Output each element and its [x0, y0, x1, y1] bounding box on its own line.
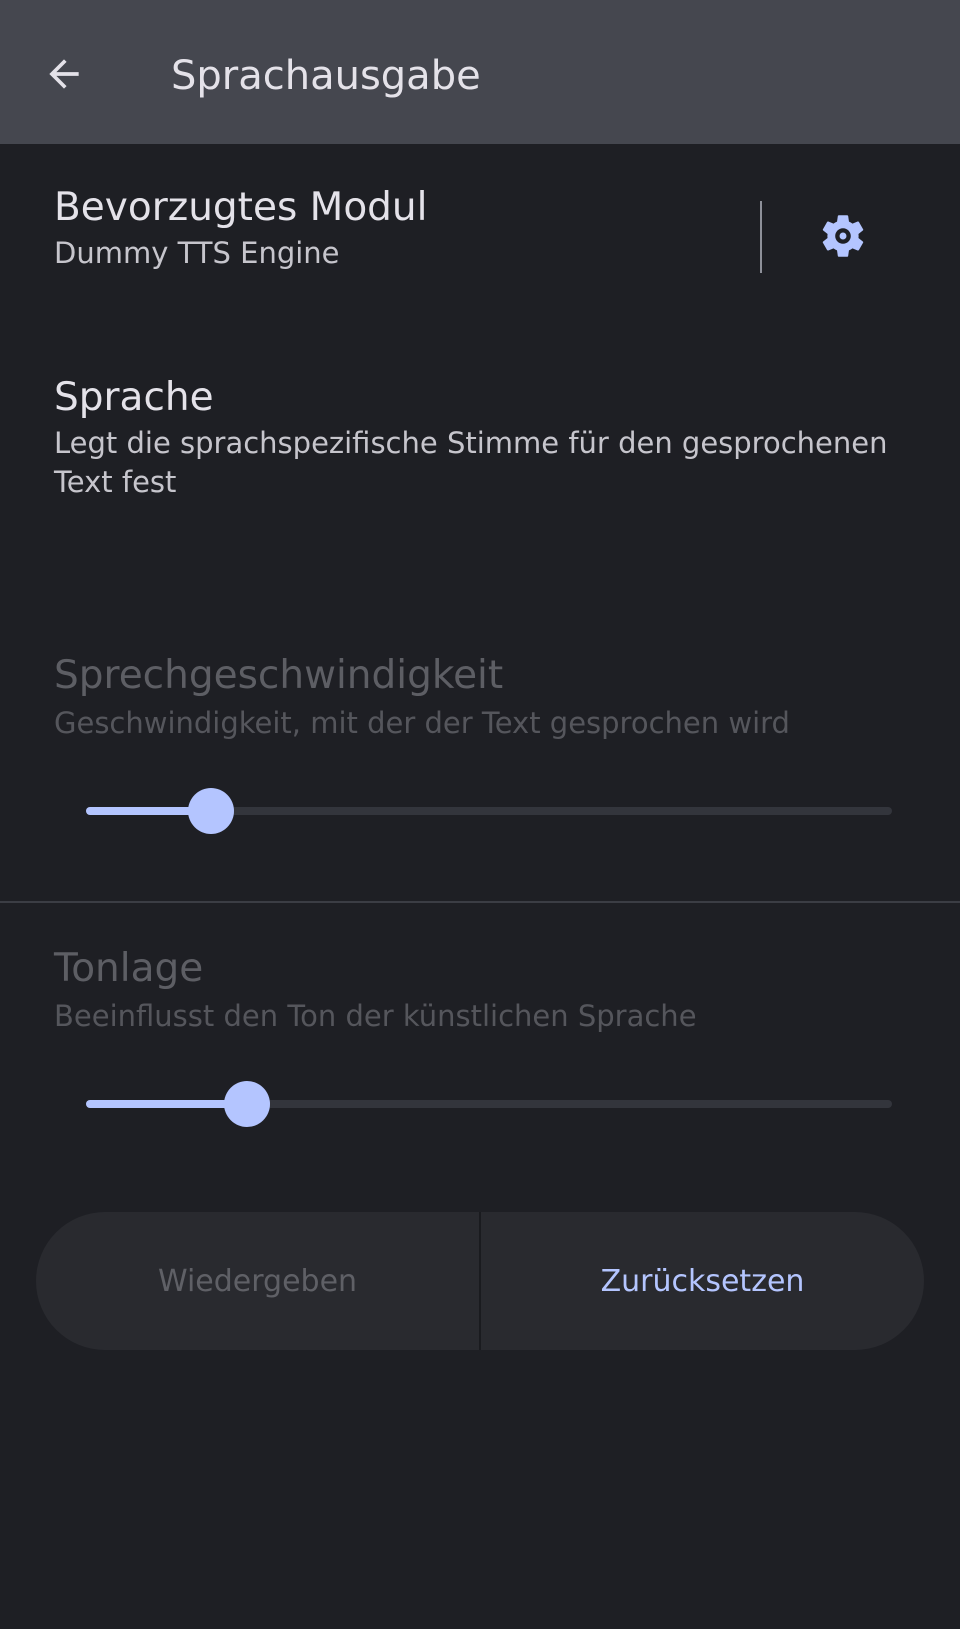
engine-settings-divider	[760, 201, 762, 273]
pitch-item: Tonlage Beeinflusst den Ton der künstlic…	[54, 945, 697, 1036]
page-title: Sprachausgabe	[171, 53, 481, 99]
slider-thumb[interactable]	[224, 1081, 270, 1127]
pitch-summary: Beeinflusst den Ton der künstlichen Spra…	[54, 999, 697, 1033]
preferred-engine-summary: Dummy TTS Engine	[54, 236, 340, 270]
speech-rate-title: Sprechgeschwindigkeit	[54, 653, 504, 698]
speech-rate-item: Sprechgeschwindigkeit Geschwindigkeit, m…	[54, 652, 790, 743]
preferred-engine-item[interactable]: Bevorzugtes Modul Dummy TTS Engine	[54, 184, 428, 273]
language-title: Sprache	[54, 375, 214, 420]
play-button[interactable]: Wiedergeben	[36, 1212, 479, 1350]
preferred-engine-title: Bevorzugtes Modul	[54, 185, 428, 230]
reset-button[interactable]: Zurücksetzen	[481, 1212, 924, 1350]
arrow-back-icon	[42, 52, 86, 100]
pitch-title: Tonlage	[54, 946, 204, 991]
speech-rate-slider[interactable]	[86, 786, 892, 836]
language-item[interactable]: Sprache Legt die sprachspezifische Stimm…	[54, 374, 914, 502]
slider-thumb[interactable]	[188, 788, 234, 834]
app-bar: Sprachausgabe	[0, 0, 960, 144]
action-button-bar: Wiedergeben Zurücksetzen	[36, 1212, 924, 1350]
slider-fill	[86, 1100, 247, 1108]
back-button[interactable]	[26, 38, 102, 114]
tts-settings-screen: Sprachausgabe Bevorzugtes Modul Dummy TT…	[0, 0, 960, 1629]
section-divider	[0, 901, 960, 903]
pitch-slider[interactable]	[86, 1079, 892, 1129]
gear-icon	[817, 210, 869, 266]
speech-rate-summary: Geschwindigkeit, mit der der Text gespro…	[54, 706, 790, 740]
engine-settings-button[interactable]	[800, 198, 886, 278]
language-summary: Legt die sprachspezifische Stimme für de…	[54, 426, 888, 499]
